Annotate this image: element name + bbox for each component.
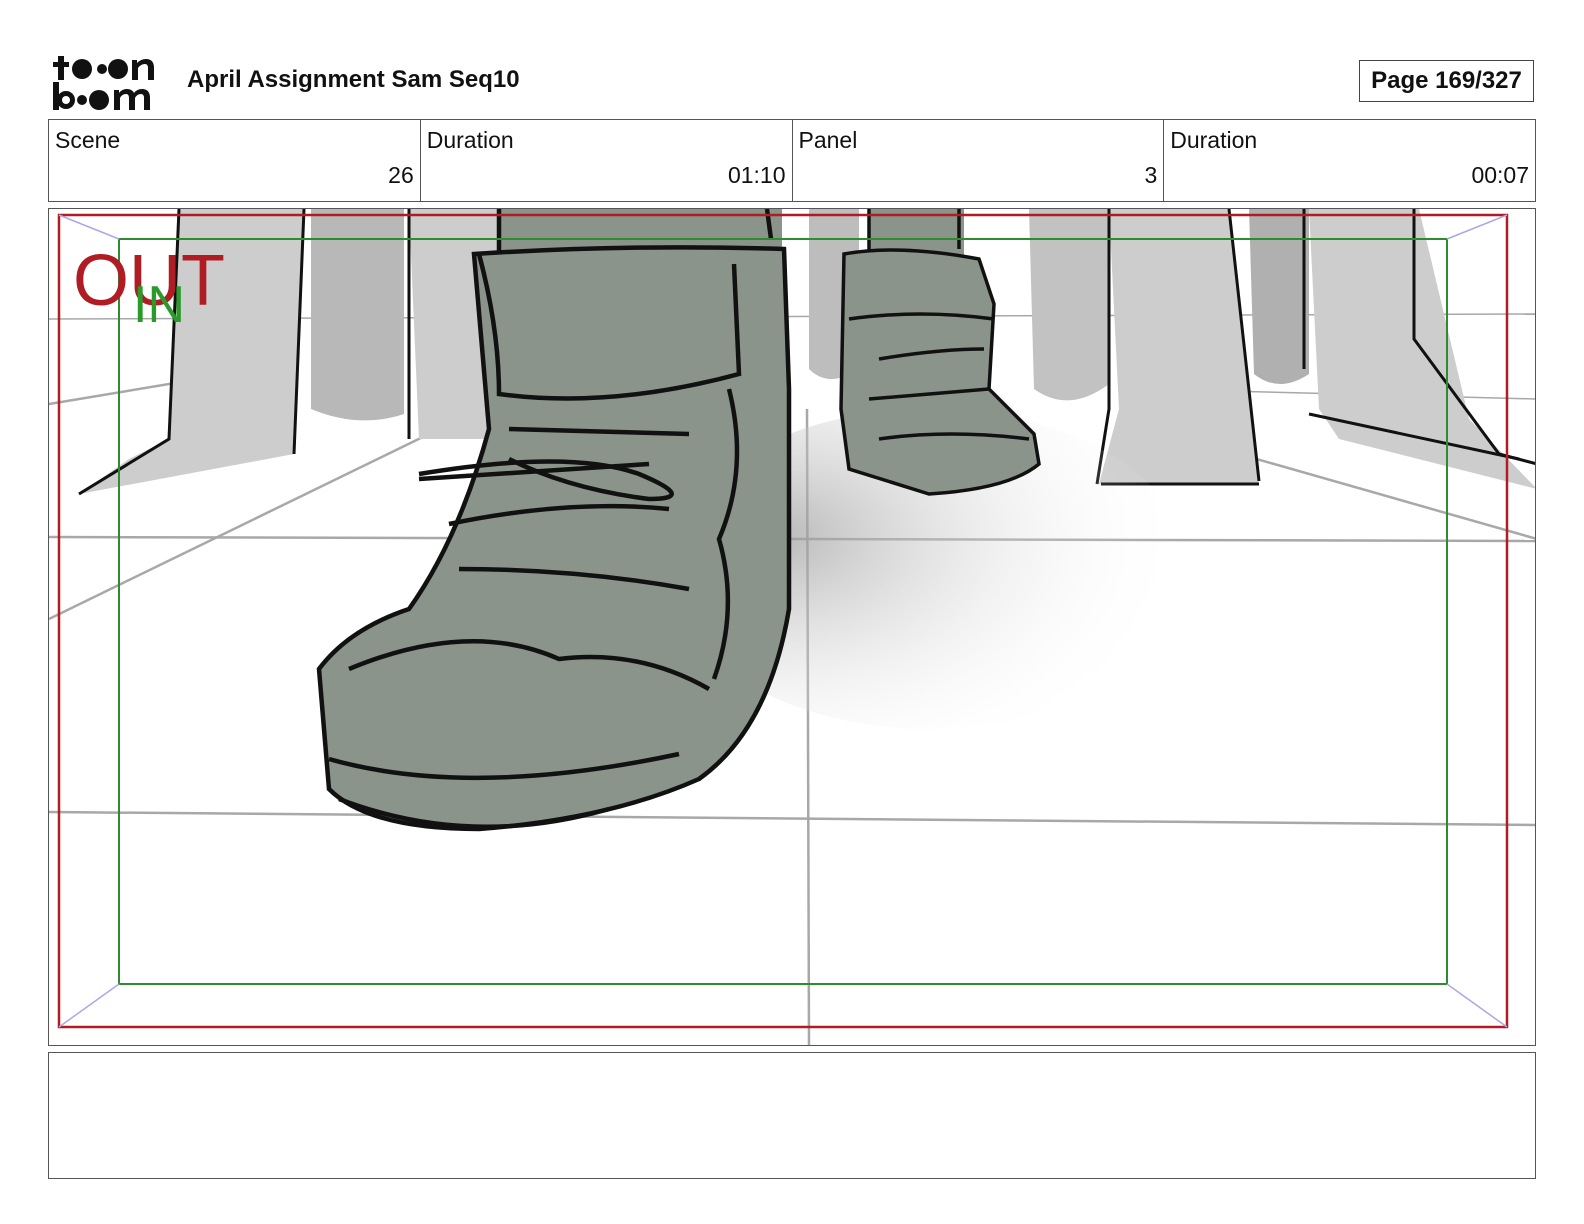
- panel-drawing: OUT IN: [49, 209, 1535, 1045]
- scene-cell: Scene 26: [49, 120, 421, 201]
- scene-duration-cell: Duration 01:10: [421, 120, 793, 201]
- scene-duration-value: 01:10: [727, 162, 786, 188]
- scene-duration-label: Duration: [426, 127, 514, 153]
- document-title: April Assignment Sam Seq10: [187, 66, 520, 93]
- scene-label: Scene: [55, 127, 121, 153]
- notes-box[interactable]: [48, 1052, 1536, 1179]
- panel-label: Panel: [798, 127, 858, 153]
- panel-cell: Panel 3: [793, 120, 1165, 201]
- panel-value: 3: [1144, 162, 1158, 188]
- panel-info-row: Scene 26 Duration 01:10 Panel 3 Duration…: [48, 119, 1536, 202]
- panel-duration-value: 00:07: [1471, 162, 1529, 188]
- panel-duration-label: Duration: [1170, 127, 1258, 153]
- storyboard-panel: OUT IN: [48, 208, 1536, 1046]
- toonboom-logo-icon: [53, 56, 154, 110]
- in-marker: IN: [133, 276, 185, 334]
- page-counter: Page 169/327: [1359, 60, 1534, 102]
- panel-duration-cell: Duration 00:07: [1164, 120, 1535, 201]
- scene-value: 26: [388, 162, 414, 188]
- back-boot: [839, 209, 1041, 496]
